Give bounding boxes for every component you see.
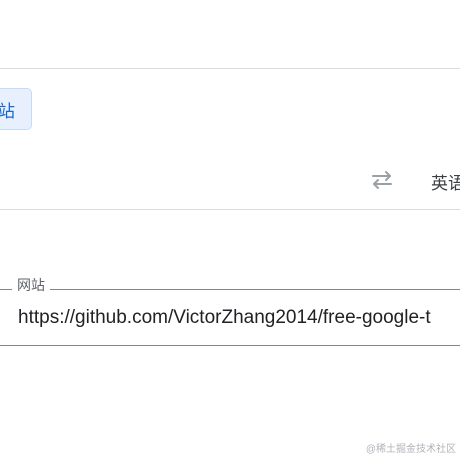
website-url-legend: 网站 <box>12 276 50 294</box>
language-bar-divider <box>0 209 460 210</box>
website-mode-label: 站 <box>0 101 15 121</box>
translate-page: 站 英语 网站 https://github.com/VictorZhang20… <box>0 0 460 460</box>
target-language-button[interactable]: 英语 <box>431 169 460 194</box>
website-mode-button[interactable]: 站 <box>0 88 32 130</box>
watermark: @稀土掘金技术社区 <box>365 444 456 455</box>
top-divider <box>0 68 460 69</box>
swap-arrows-icon[interactable] <box>369 169 395 191</box>
website-url-input[interactable]: https://github.com/VictorZhang2014/free-… <box>18 306 460 330</box>
